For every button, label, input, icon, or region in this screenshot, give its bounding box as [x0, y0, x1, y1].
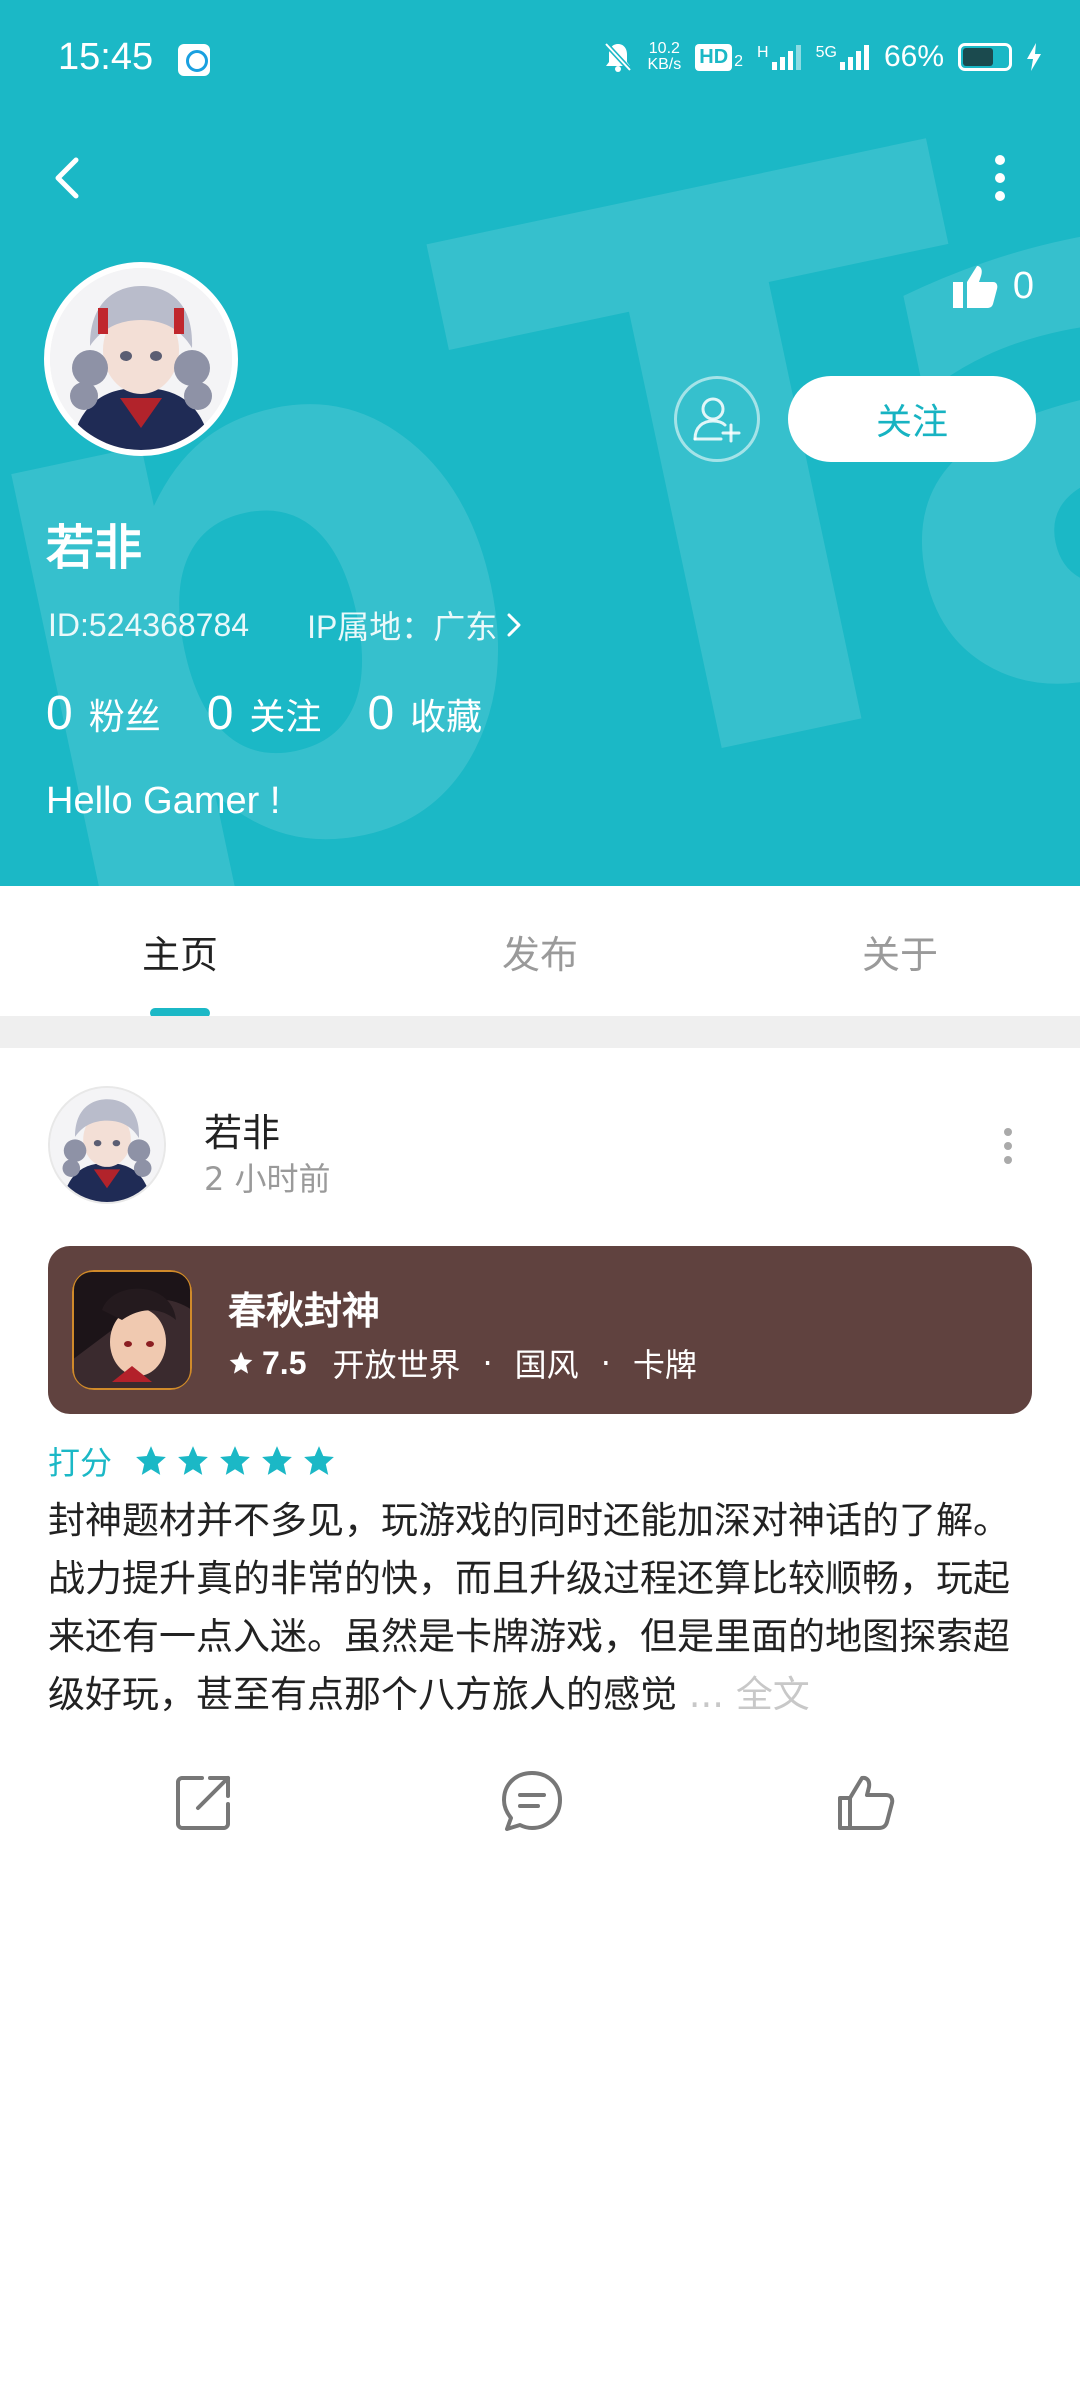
star-icon — [262, 1446, 292, 1475]
post-actions — [0, 1766, 1080, 1838]
score-stars — [134, 1444, 336, 1478]
profile-counts: 0 粉丝 0 关注 0 收藏 — [46, 686, 528, 741]
score-label: 打分 — [48, 1444, 113, 1482]
game-rating: 7.5 — [262, 1344, 307, 1381]
follow-button[interactable]: 关注 — [788, 376, 1036, 462]
add-user-icon — [693, 397, 741, 443]
tag-separator: · — [482, 1344, 493, 1382]
favorites-label[interactable]: 收藏 — [410, 688, 482, 740]
following-label[interactable]: 关注 — [249, 688, 321, 740]
game-title: 春秋封神 — [228, 1289, 381, 1333]
post-text: 封神题材并不多见，玩游戏的同时还能加深对神话的了解。战力提升真的非常的快，而且升… — [48, 1499, 1010, 1716]
chevron-left-icon — [55, 157, 79, 199]
share-icon — [176, 1776, 230, 1830]
charging-icon — [1027, 43, 1041, 71]
game-meta: 7.5 开放世界 · 国风 · 卡牌 — [228, 1340, 697, 1386]
back-button[interactable] — [40, 148, 100, 208]
fans-count[interactable]: 0 — [46, 686, 73, 741]
star-icon — [229, 1351, 253, 1374]
section-divider — [0, 1016, 1080, 1048]
profile-name: 若非 — [46, 520, 143, 576]
profile-tabs: 主页 发布 关于 — [0, 886, 1080, 1016]
game-card[interactable]: 春秋封神 7.5 开放世界 · 国风 · 卡牌 — [48, 1246, 1032, 1414]
hd-badge: HD 2 — [695, 43, 743, 71]
more-button[interactable] — [980, 148, 1020, 208]
user-id: ID:524368784 — [48, 606, 250, 643]
signal-bars-icon — [771, 45, 801, 70]
post-like-button[interactable] — [830, 1766, 902, 1838]
post-body[interactable]: 封神题材并不多见，玩游戏的同时还能加深对神话的了解。战力提升真的非常的快，而且升… — [48, 1492, 1018, 1724]
comment-button[interactable] — [496, 1766, 568, 1838]
battery-percent: 66% — [883, 40, 944, 73]
profile-header: pTap 15:45 10.2 KB/s HD 2 H 5G 66% 0 关注 … — [0, 0, 1080, 886]
game-cover-image — [72, 1270, 192, 1390]
signal-5g: 5G — [816, 44, 870, 70]
chevron-right-icon — [507, 613, 521, 637]
thumbs-up-icon — [952, 266, 998, 308]
game-tag: 卡牌 — [632, 1346, 697, 1384]
star-icon — [136, 1446, 166, 1475]
post-more-button[interactable] — [990, 1122, 1026, 1170]
score-row: 打分 — [48, 1438, 336, 1484]
game-tag: 开放世界 — [332, 1346, 461, 1384]
avatar-image — [50, 268, 232, 450]
post-author-avatar[interactable] — [48, 1086, 166, 1204]
ip-location-link[interactable]: IP属地：广东 — [307, 602, 523, 648]
mute-bell-icon — [604, 42, 633, 72]
comment-icon — [502, 1771, 562, 1831]
star-icon — [304, 1446, 334, 1475]
star-icon — [220, 1446, 250, 1475]
game-tag: 国风 — [514, 1346, 579, 1384]
status-icons: 10.2 KB/s HD 2 H 5G 66% — [603, 40, 1042, 74]
tag-separator: · — [600, 1344, 611, 1382]
signal-bars-icon — [839, 45, 869, 70]
net-speed: 10.2 KB/s — [647, 40, 682, 73]
game-icon — [72, 1270, 192, 1390]
profile-meta: ID:524368784 IP属地：广东 — [48, 602, 523, 648]
ip-location-text: IP属地：广东 — [307, 609, 498, 645]
favorites-count[interactable]: 0 — [367, 686, 394, 741]
thumbs-up-icon — [838, 1775, 895, 1830]
following-count[interactable]: 0 — [207, 686, 234, 741]
share-button[interactable] — [168, 1766, 240, 1838]
more-vertical-icon — [1004, 1128, 1012, 1164]
status-bar: 15:45 10.2 KB/s HD 2 H 5G 66% — [0, 0, 1080, 120]
status-time: 15:45 — [58, 36, 154, 78]
profile-bio: Hello Gamer ! — [46, 780, 281, 822]
signal-h: H — [757, 44, 802, 70]
tab-posts[interactable]: 发布 — [360, 886, 720, 1016]
post-ellipsis: ... — [677, 1673, 736, 1716]
avatar-image — [50, 1088, 164, 1202]
star-icon — [178, 1446, 208, 1475]
profile-avatar[interactable] — [44, 262, 238, 456]
post-time: 2 小时前 — [204, 1160, 331, 1198]
add-friend-button[interactable] — [674, 376, 760, 462]
tab-about[interactable]: 关于 — [720, 886, 1080, 1016]
profile-like-group[interactable]: 0 — [951, 262, 1034, 310]
app-notification-icon — [178, 44, 210, 76]
more-vertical-icon — [995, 155, 1005, 201]
tab-home[interactable]: 主页 — [0, 886, 360, 1016]
full-text-link[interactable]: 全文 — [736, 1673, 810, 1716]
battery-icon — [958, 43, 1012, 71]
fans-label[interactable]: 粉丝 — [89, 688, 161, 740]
post-author-name[interactable]: 若非 — [204, 1102, 280, 1157]
like-count: 0 — [1012, 264, 1034, 307]
